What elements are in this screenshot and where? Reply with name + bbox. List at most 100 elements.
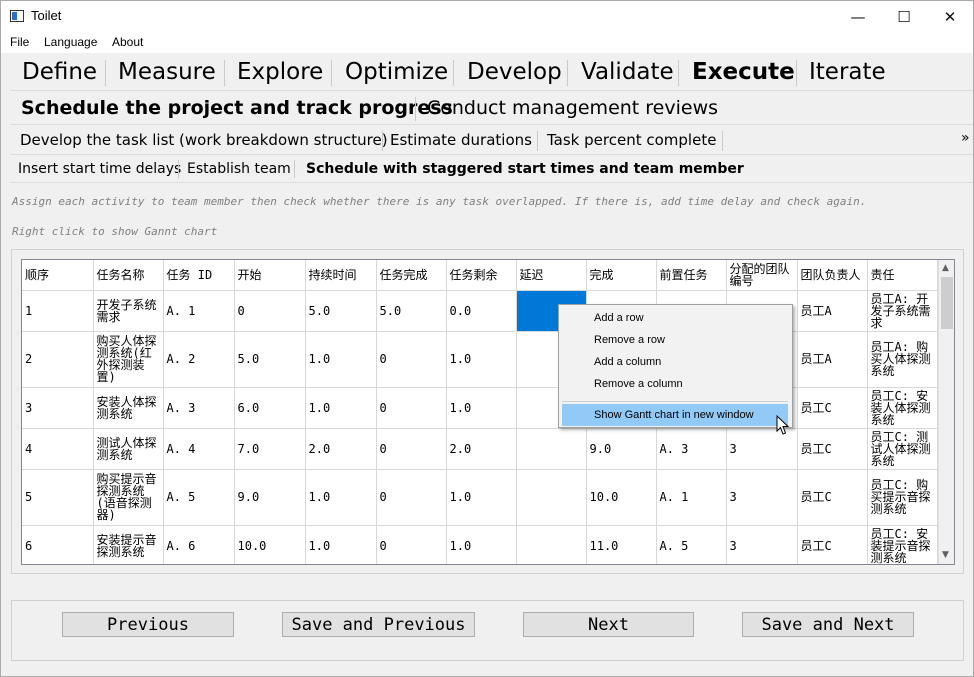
table-cell[interactable]: 11.0 — [586, 525, 657, 564]
context-add-column[interactable]: Add a column — [594, 356, 661, 368]
table-cell[interactable]: 0 — [376, 387, 447, 429]
table-cell[interactable]: 购买提示音探测系统(语音探测器) — [93, 469, 164, 526]
table-cell[interactable]: 1.0 — [446, 525, 517, 564]
col-header-team-lead[interactable]: 团队负责人 — [797, 260, 868, 291]
tab-task-percent[interactable]: Task percent complete — [547, 131, 716, 149]
save-and-previous-button[interactable]: Save and Previous — [282, 612, 475, 637]
tab-optimize[interactable]: Optimize — [345, 59, 448, 85]
table-cell[interactable] — [516, 469, 587, 526]
table-cell[interactable]: 安装提示音探测系统 — [93, 525, 164, 564]
col-header-start[interactable]: 开始 — [234, 260, 306, 291]
context-add-row[interactable]: Add a row — [594, 312, 644, 324]
table-cell[interactable]: 10.0 — [234, 525, 306, 564]
table-cell[interactable]: 员工C — [797, 387, 868, 429]
table-cell[interactable]: 员工A: 购买人体探测系统 — [867, 331, 938, 388]
table-cell[interactable]: 1.0 — [446, 387, 517, 429]
table-cell[interactable]: 5 — [22, 469, 94, 526]
table-vertical-scrollbar[interactable]: ▲ ▼ — [938, 260, 954, 564]
col-header-responsibility[interactable]: 责任 — [867, 260, 938, 291]
table-cell[interactable]: 5.0 — [305, 290, 377, 332]
table-cell[interactable]: 9.0 — [234, 469, 306, 526]
tab-develop[interactable]: Develop — [467, 59, 562, 85]
table-cell[interactable]: 1.0 — [305, 331, 377, 388]
tab-staggered-schedule[interactable]: Schedule with staggered start times and … — [306, 161, 744, 177]
menu-language[interactable]: Language — [44, 35, 97, 49]
table-cell[interactable]: 员工A: 开发子系统需求 — [867, 290, 938, 332]
table-cell[interactable]: 员工C: 安装提示音探测系统 — [867, 525, 938, 564]
col-header-task-id[interactable]: 任务 ID — [163, 260, 235, 291]
table-cell[interactable]: 7.0 — [234, 428, 306, 470]
table-cell[interactable]: 0.0 — [446, 290, 517, 332]
table-cell[interactable]: 4 — [22, 428, 94, 470]
col-header-team-number[interactable]: 分配的团队编号 — [726, 260, 798, 291]
save-and-next-button[interactable]: Save and Next — [742, 612, 914, 637]
menu-file[interactable]: File — [10, 35, 29, 49]
context-remove-row[interactable]: Remove a row — [594, 334, 665, 346]
minimize-button[interactable]: — — [835, 1, 881, 32]
table-cell[interactable]: A. 1 — [656, 469, 727, 526]
table-cell[interactable]: 1.0 — [305, 525, 377, 564]
table-cell[interactable]: 购买人体探测系统(红外探测装置) — [93, 331, 164, 388]
scroll-up-icon[interactable]: ▲ — [942, 263, 949, 273]
tab-schedule-project[interactable]: Schedule the project and track progress — [21, 97, 453, 119]
scroll-down-icon[interactable]: ▼ — [942, 550, 949, 560]
table-cell[interactable]: 2.0 — [305, 428, 377, 470]
table-cell[interactable]: A. 5 — [656, 525, 727, 564]
col-header-delay[interactable]: 延迟 — [516, 260, 587, 291]
table-cell[interactable]: 3 — [726, 525, 798, 564]
table-cell[interactable]: 员工C: 购买提示音探测系统 — [867, 469, 938, 526]
menu-about[interactable]: About — [112, 35, 143, 49]
table-cell[interactable]: 5.0 — [376, 290, 447, 332]
col-header-task-name[interactable]: 任务名称 — [93, 260, 164, 291]
close-button[interactable]: ✕ — [927, 1, 973, 32]
table-cell[interactable]: A. 3 — [163, 387, 235, 429]
tab-management-reviews[interactable]: Conduct management reviews — [427, 97, 718, 119]
table-cell[interactable]: 0 — [376, 525, 447, 564]
table-cell[interactable]: 1.0 — [305, 387, 377, 429]
table-cell[interactable]: 测试人体探测系统 — [93, 428, 164, 470]
col-header-predecessor[interactable]: 前置任务 — [656, 260, 727, 291]
table-cell[interactable]: 0 — [376, 469, 447, 526]
tab-overflow-icon[interactable]: » — [961, 130, 970, 146]
table-cell[interactable]: 员工C — [797, 469, 868, 526]
table-cell[interactable]: A. 5 — [163, 469, 235, 526]
table-cell[interactable]: 开发子系统需求 — [93, 290, 164, 332]
tab-define[interactable]: Define — [22, 59, 97, 85]
scroll-thumb[interactable] — [941, 277, 953, 329]
table-cell[interactable]: 员工C — [797, 428, 868, 470]
previous-button[interactable]: Previous — [62, 612, 234, 637]
tab-validate[interactable]: Validate — [581, 59, 674, 85]
col-header-finish[interactable]: 完成 — [586, 260, 657, 291]
table-cell[interactable] — [516, 428, 587, 470]
table-cell[interactable]: 0 — [376, 331, 447, 388]
tab-iterate[interactable]: Iterate — [809, 59, 886, 85]
tab-explore[interactable]: Explore — [237, 59, 323, 85]
table-cell[interactable]: 1.0 — [446, 331, 517, 388]
table-cell[interactable]: 6 — [22, 525, 94, 564]
table-cell[interactable]: A. 6 — [163, 525, 235, 564]
table-cell[interactable]: A. 3 — [656, 428, 727, 470]
table-cell[interactable]: 3 — [726, 469, 798, 526]
col-header-duration[interactable]: 持续时间 — [305, 260, 377, 291]
table-cell[interactable]: A. 2 — [163, 331, 235, 388]
table-cell[interactable]: 10.0 — [586, 469, 657, 526]
table-cell[interactable]: 0 — [376, 428, 447, 470]
tab-establish-team[interactable]: Establish team — [187, 161, 291, 177]
table-cell[interactable] — [516, 525, 587, 564]
table-cell[interactable]: 员工A — [797, 331, 868, 388]
table-cell[interactable]: 6.0 — [234, 387, 306, 429]
tab-insert-delays[interactable]: Insert start time delays — [18, 161, 181, 177]
tab-measure[interactable]: Measure — [118, 59, 216, 85]
schedule-table[interactable]: 顺序 任务名称 任务 ID 开始 持续时间 任务完成 任务剩余 延迟 完成 前置… — [21, 259, 955, 565]
table-cell[interactable]: 员工A — [797, 290, 868, 332]
tab-task-list[interactable]: Develop the task list (work breakdown st… — [20, 131, 388, 149]
table-cell[interactable]: 5.0 — [234, 331, 306, 388]
col-header-task-remaining[interactable]: 任务剩余 — [446, 260, 517, 291]
context-remove-column[interactable]: Remove a column — [594, 378, 683, 390]
tab-execute[interactable]: Execute — [692, 59, 795, 85]
table-cell[interactable]: 员工C — [797, 525, 868, 564]
table-cell[interactable]: 3 — [22, 387, 94, 429]
table-cell[interactable]: 1 — [22, 290, 94, 332]
next-button[interactable]: Next — [523, 612, 694, 637]
table-cell[interactable]: 2 — [22, 331, 94, 388]
